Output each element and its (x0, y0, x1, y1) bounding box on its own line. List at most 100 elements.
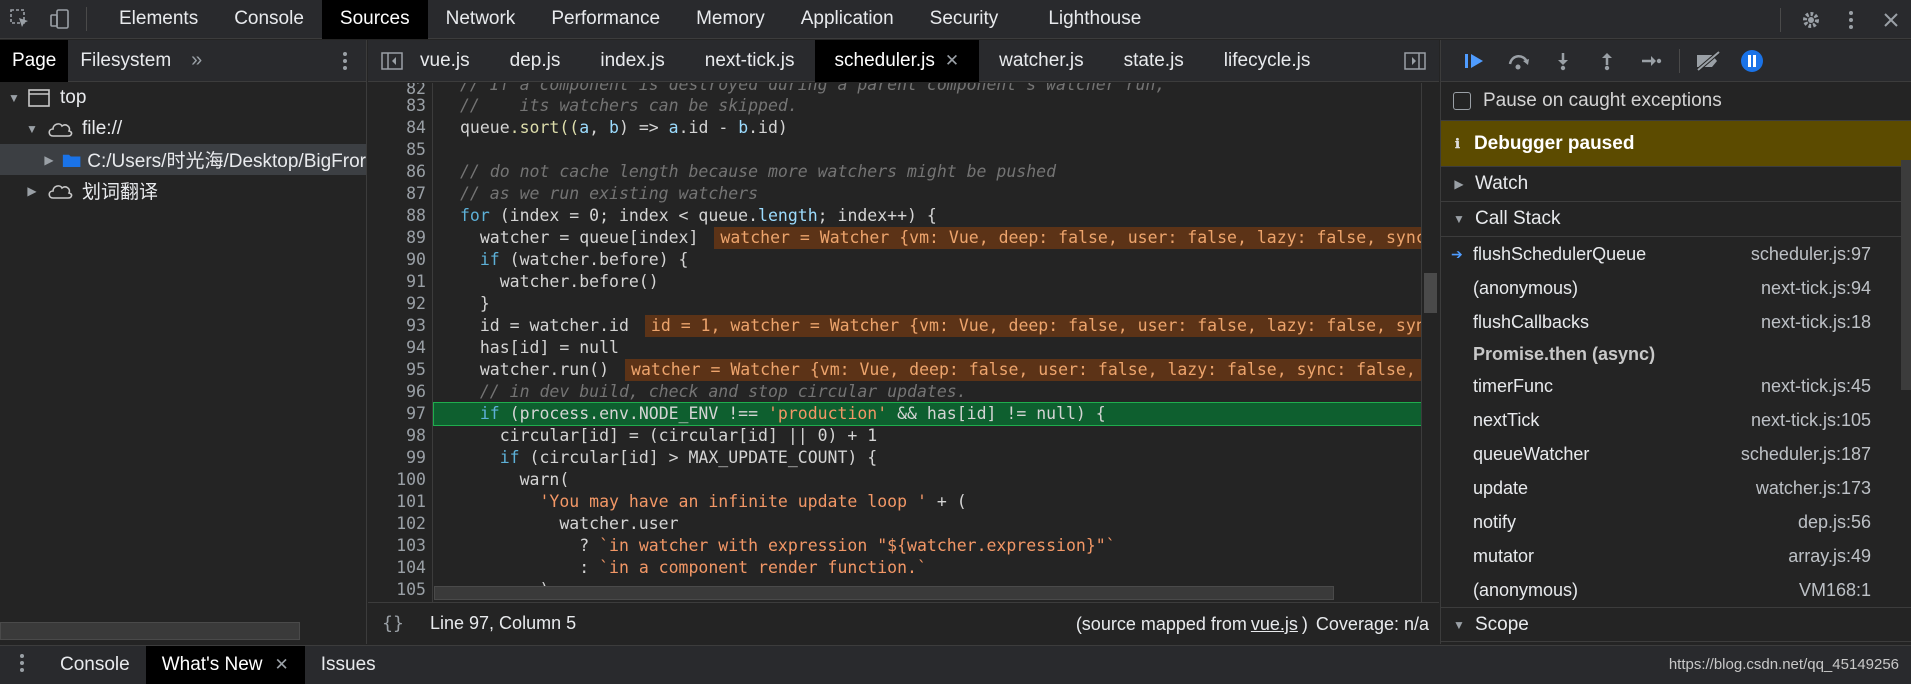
frame-location[interactable]: dep.js:56 (1798, 512, 1871, 533)
tab-performance[interactable]: Performance (533, 0, 678, 39)
deactivate-breakpoints-icon[interactable] (1686, 40, 1730, 82)
call-frame[interactable]: mutator array.js:49 (1441, 539, 1911, 573)
frame-location[interactable]: array.js:49 (1788, 546, 1871, 567)
navigator-horizontal-scrollbar[interactable] (0, 622, 300, 640)
call-frame[interactable]: timerFunc next-tick.js:45 (1441, 369, 1911, 403)
call-frame[interactable]: ➔ flushSchedulerQueue scheduler.js:97 (1441, 237, 1911, 271)
line-number[interactable]: 90 (368, 249, 432, 271)
frame-location[interactable]: next-tick.js:94 (1761, 278, 1871, 299)
close-devtools-icon[interactable] (1871, 0, 1911, 39)
tab-sources[interactable]: Sources (321, 0, 428, 39)
tab-security[interactable]: Security (912, 0, 1017, 39)
pretty-print-icon[interactable]: {} (368, 613, 418, 634)
source-map-link[interactable]: vue.js (1251, 614, 1298, 635)
file-tab-dep[interactable]: dep.js (490, 40, 581, 82)
call-frame[interactable]: queueWatcher scheduler.js:187 (1441, 437, 1911, 471)
file-tab-state[interactable]: state.js (1104, 40, 1204, 82)
line-number[interactable]: 85 (368, 139, 432, 161)
tree-item-top[interactable]: ▼ top (0, 82, 366, 113)
debugger-vertical-scrollbar[interactable] (1899, 120, 1911, 590)
line-number[interactable]: 88 (368, 205, 432, 227)
more-tabs-icon[interactable]: » (183, 49, 210, 72)
kebab-menu-icon[interactable] (1831, 0, 1871, 39)
tab-application[interactable]: Application (783, 0, 912, 39)
inline-variable-value[interactable]: watcher = Watcher {vm: Vue, deep: false,… (714, 227, 1439, 249)
device-toolbar-icon[interactable] (40, 0, 80, 39)
line-number[interactable]: 84 (368, 117, 432, 139)
inline-variable-value[interactable]: watcher = Watcher {vm: Vue, deep: false,… (625, 359, 1439, 381)
file-tab-lifecycle[interactable]: lifecycle.js (1204, 40, 1331, 82)
line-number[interactable]: 104 (368, 557, 432, 579)
expand-triangle-icon[interactable]: ▼ (24, 122, 40, 136)
gear-icon[interactable] (1791, 0, 1831, 39)
toggle-navigator-icon[interactable] (368, 40, 416, 82)
call-frame[interactable]: notify dep.js:56 (1441, 505, 1911, 539)
line-number[interactable]: 91 (368, 271, 432, 293)
frame-location[interactable]: next-tick.js:45 (1761, 376, 1871, 397)
line-number[interactable]: 99 (368, 447, 432, 469)
scope-section-header[interactable]: ▼ Scope (1441, 607, 1911, 642)
call-frame[interactable]: nextTick next-tick.js:105 (1441, 403, 1911, 437)
line-number[interactable]: 95 (368, 359, 432, 381)
line-number[interactable]: 101 (368, 491, 432, 513)
scrollbar-thumb[interactable] (1901, 160, 1911, 390)
call-frame[interactable]: (anonymous) VM168:1 (1441, 573, 1911, 607)
call-stack-section-header[interactable]: ▼ Call Stack (1441, 202, 1911, 237)
file-tab-scheduler[interactable]: scheduler.js ✕ (814, 39, 980, 82)
pause-on-caught-exceptions[interactable]: Pause on caught exceptions (1441, 82, 1911, 121)
line-number-gutter[interactable]: 82 83 84 85 86 87 88 89 90 91 92 93 94 9… (368, 83, 433, 602)
file-tab-vue[interactable]: vue.js (416, 40, 490, 82)
tree-item-folder[interactable]: ▶ C:/Users/时光海/Desktop/BigFror (0, 144, 366, 175)
editor-vertical-scrollbar[interactable] (1421, 83, 1439, 602)
line-number[interactable]: 102 (368, 513, 432, 535)
step-over-icon[interactable] (1497, 40, 1541, 82)
tree-item-file-origin[interactable]: ▼ file:// (0, 113, 366, 144)
line-number[interactable]: 94 (368, 337, 432, 359)
file-tab-watcher[interactable]: watcher.js (979, 40, 1103, 82)
tab-console[interactable]: Console (216, 0, 322, 39)
tab-filesystem[interactable]: Filesystem (68, 40, 183, 82)
line-number[interactable]: 97 (368, 403, 432, 425)
tab-lighthouse[interactable]: Lighthouse (1030, 0, 1159, 39)
line-number[interactable]: 92 (368, 293, 432, 315)
drawer-tab-console[interactable]: Console (44, 646, 146, 684)
drawer-tab-whats-new[interactable]: What's New ✕ (145, 646, 305, 684)
step-into-icon[interactable] (1541, 40, 1585, 82)
expand-triangle-icon[interactable]: ▼ (6, 91, 22, 105)
inline-variable-value[interactable]: id = 1, watcher = Watcher {vm: Vue, deep… (644, 315, 1439, 337)
call-frame[interactable]: (anonymous) next-tick.js:94 (1441, 271, 1911, 305)
drawer-menu-icon[interactable] (0, 653, 44, 678)
call-frame[interactable]: flushCallbacks next-tick.js:18 (1441, 305, 1911, 339)
line-number[interactable]: 105 (368, 579, 432, 601)
tab-elements[interactable]: Elements (101, 0, 216, 39)
line-number[interactable]: 96 (368, 381, 432, 403)
pause-on-exceptions-icon[interactable] (1730, 40, 1774, 82)
line-number[interactable]: 89 (368, 227, 432, 249)
inspect-element-icon[interactable] (0, 0, 40, 39)
scrollbar-thumb[interactable] (434, 586, 1334, 600)
tab-page[interactable]: Page (0, 39, 69, 82)
editor-horizontal-scrollbar[interactable] (434, 584, 1334, 602)
call-frame[interactable]: update watcher.js:173 (1441, 471, 1911, 505)
frame-location[interactable]: VM168:1 (1799, 580, 1871, 601)
file-tab-next-tick[interactable]: next-tick.js (685, 40, 815, 82)
line-number[interactable]: 93 (368, 315, 432, 337)
watch-section-header[interactable]: ▶ Watch (1441, 167, 1911, 202)
drawer-tab-issues[interactable]: Issues (305, 646, 392, 684)
line-number[interactable]: 83 (368, 95, 432, 117)
frame-location[interactable]: watcher.js:173 (1756, 478, 1871, 499)
frame-location[interactable]: scheduler.js:97 (1751, 244, 1871, 265)
navigator-menu-icon[interactable] (342, 40, 348, 82)
collapse-triangle-icon[interactable]: ▶ (24, 184, 40, 198)
code-editor[interactable]: 82 83 84 85 86 87 88 89 90 91 92 93 94 9… (368, 83, 1439, 602)
resume-icon[interactable] (1453, 40, 1497, 82)
close-tab-icon[interactable]: ✕ (945, 51, 959, 71)
step-out-icon[interactable] (1585, 40, 1629, 82)
line-number[interactable]: 98 (368, 425, 432, 447)
frame-location[interactable]: next-tick.js:18 (1761, 312, 1871, 333)
line-number[interactable]: 87 (368, 183, 432, 205)
frame-location[interactable]: next-tick.js:105 (1751, 410, 1871, 431)
tree-item-extension[interactable]: ▶ 划词翻译 (0, 175, 366, 206)
toggle-debugger-icon[interactable] (1391, 40, 1439, 82)
close-tab-icon[interactable]: ✕ (274, 655, 288, 675)
